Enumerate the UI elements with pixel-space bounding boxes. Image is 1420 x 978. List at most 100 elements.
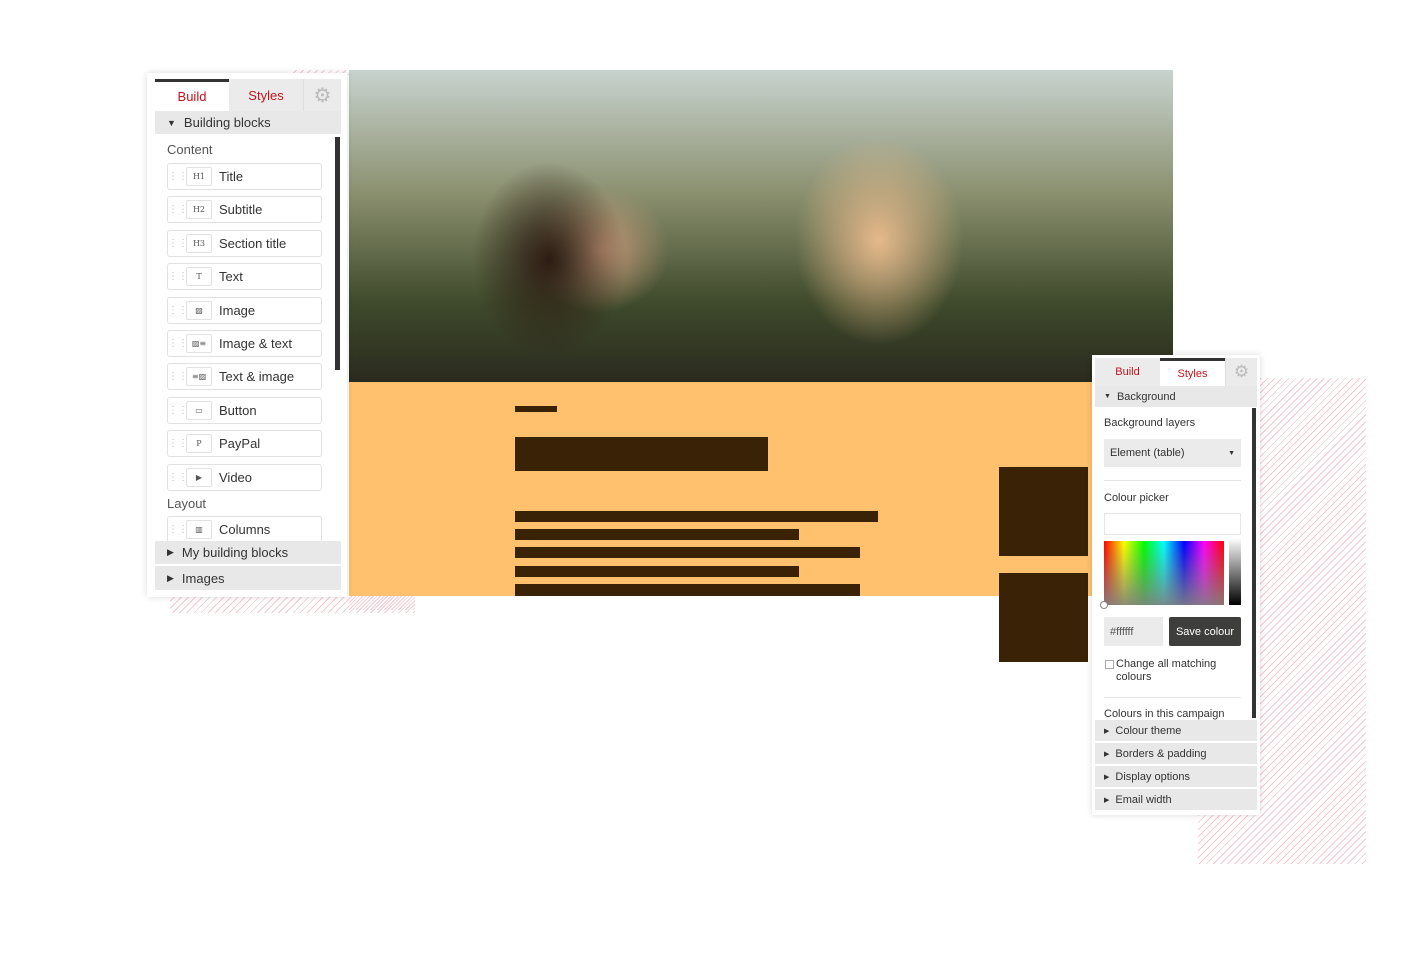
section-label: Images <box>181 570 225 586</box>
caret-right-icon: ▶ <box>1104 796 1110 804</box>
tab-build[interactable]: Build <box>1095 358 1160 386</box>
block-type-icon: H3 <box>186 233 212 253</box>
select-value: Element (table) <box>1110 447 1185 459</box>
block-image-text[interactable]: ⋮⋮ ▨≡ Image & text <box>167 330 322 357</box>
save-colour-button[interactable]: Save colour <box>1169 617 1241 646</box>
block-type-icon: ▭ <box>186 400 212 420</box>
divider <box>1104 697 1241 698</box>
tab-build[interactable]: Build <box>155 79 229 111</box>
drag-handle-icon[interactable]: ⋮⋮ <box>168 171 188 182</box>
gear-icon[interactable]: ⚙ <box>1225 358 1257 386</box>
section-my-building-blocks[interactable]: ▶ My building blocks <box>155 541 341 565</box>
block-text[interactable]: ⋮⋮ T Text <box>167 263 322 291</box>
content-label: Content <box>167 142 213 157</box>
change-all-label: Change all matching colours <box>1116 658 1217 683</box>
placeholder-title <box>515 437 768 471</box>
block-paypal[interactable]: ⋮⋮ P PayPal <box>167 430 322 458</box>
drag-handle-icon[interactable]: ⋮⋮ <box>168 271 188 282</box>
block-label: PayPal <box>219 436 261 452</box>
caret-right-icon: ▶ <box>167 547 174 557</box>
drag-handle-icon[interactable]: ⋮⋮ <box>168 204 188 215</box>
tab-styles[interactable]: Styles <box>229 79 303 111</box>
gear-icon[interactable]: ⚙ <box>303 79 341 111</box>
block-label: Columns <box>219 522 271 537</box>
block-section-title[interactable]: ⋮⋮ H3 Section title <box>167 229 322 257</box>
section-label: Borders & padding <box>1115 747 1207 760</box>
block-image[interactable]: ⋮⋮ ▨ Image <box>167 296 322 324</box>
caret-right-icon: ▶ <box>1104 750 1110 758</box>
caret-right-icon: ▶ <box>1104 727 1110 735</box>
campaign-colours-label: Colours in this campaign <box>1104 708 1225 720</box>
block-label: Image & text <box>219 336 292 351</box>
placeholder-line <box>515 511 878 522</box>
section-label: My building blocks <box>181 545 289 560</box>
caret-right-icon: ▶ <box>1104 773 1110 781</box>
colour-spectrum[interactable] <box>1104 541 1224 605</box>
drag-handle-icon[interactable]: ⋮⋮ <box>168 438 188 449</box>
drag-handle-icon[interactable]: ⋮⋮ <box>168 472 188 483</box>
hex-input[interactable]: #ffffff <box>1104 617 1163 646</box>
block-subtitle[interactable]: ⋮⋮ H2 Subtitle <box>167 196 322 224</box>
section-borders-padding[interactable]: ▶ Borders & padding <box>1095 743 1257 765</box>
section-label: Email width <box>1115 793 1172 806</box>
drag-handle-icon[interactable]: ⋮⋮ <box>168 305 188 316</box>
section-display-options[interactable]: ▶ Display options <box>1095 766 1257 788</box>
drag-handle-icon[interactable]: ⋮⋮ <box>168 405 188 416</box>
layout-label: Layout <box>167 496 207 511</box>
block-button[interactable]: ⋮⋮ ▭ Button <box>167 396 322 424</box>
placeholder-line <box>515 547 860 558</box>
brightness-slider[interactable] <box>1229 538 1241 605</box>
block-type-icon: H1 <box>186 167 212 186</box>
scrollbar[interactable] <box>335 137 340 370</box>
change-all-checkbox[interactable] <box>1105 660 1114 669</box>
caret-right-icon: ▶ <box>167 572 174 583</box>
divider <box>1104 480 1241 481</box>
section-label: Display options <box>1115 770 1190 783</box>
block-label: Button <box>219 402 257 418</box>
section-background[interactable]: ▼ Background <box>1095 386 1257 408</box>
section-label: Background <box>1116 390 1176 403</box>
block-label: Title <box>219 169 244 184</box>
block-label: Text & image <box>219 369 295 385</box>
block-label: Text <box>219 269 243 285</box>
tab-styles[interactable]: Styles <box>1160 358 1225 386</box>
block-label: Image <box>219 302 256 318</box>
section-email-width[interactable]: ▶ Email width <box>1095 789 1257 811</box>
block-text-image[interactable]: ⋮⋮ ≡▨ Text & image <box>167 363 322 391</box>
drag-handle-icon[interactable]: ⋮⋮ <box>168 338 188 349</box>
styles-panel: Build Styles ⚙ ▼ Background Background la… <box>1092 355 1260 815</box>
colour-handle[interactable] <box>1100 601 1108 609</box>
block-video[interactable]: ⋮⋮ ▶ Video <box>167 463 322 491</box>
scrollbar[interactable] <box>1252 408 1256 718</box>
section-images[interactable]: ▶ Images <box>155 566 341 591</box>
build-panel: Build Styles ⚙ ▼ Building blocks Content … <box>147 73 347 597</box>
placeholder-square <box>999 467 1088 556</box>
block-type-icon: ▨≡ <box>186 334 212 353</box>
block-type-icon: ▶ <box>186 467 212 487</box>
block-label: Video <box>219 469 253 485</box>
block-type-icon: H2 <box>186 200 212 220</box>
block-type-icon: ▨ <box>186 300 212 320</box>
chevron-down-icon: ▼ <box>1228 449 1235 457</box>
placeholder-line <box>515 406 557 412</box>
hero-photo <box>349 70 1173 382</box>
colour-input[interactable] <box>1104 513 1241 535</box>
section-label: Colour theme <box>1115 724 1182 737</box>
placeholder-line <box>515 584 860 596</box>
bg-layers-select[interactable]: Element (table) ▼ <box>1104 439 1241 467</box>
section-building-blocks[interactable]: ▼ Building blocks <box>155 111 341 135</box>
caret-down-icon: ▼ <box>167 117 176 128</box>
caret-down-icon: ▼ <box>1104 393 1111 400</box>
drag-handle-icon[interactable]: ⋮⋮ <box>168 524 188 535</box>
placeholder-square <box>999 573 1088 662</box>
drag-handle-icon[interactable]: ⋮⋮ <box>168 238 188 249</box>
section-colour-theme[interactable]: ▶ Colour theme <box>1095 720 1257 742</box>
block-columns[interactable]: ⋮⋮ ▥ Columns <box>167 516 322 543</box>
colour-picker-label: Colour picker <box>1104 492 1169 504</box>
columns-icon: ▥ <box>186 520 212 539</box>
drag-handle-icon[interactable]: ⋮⋮ <box>168 371 188 382</box>
block-title[interactable]: ⋮⋮ H1 Title <box>167 163 322 190</box>
block-label: Subtitle <box>219 202 263 218</box>
bg-layers-label: Background layers <box>1104 417 1196 429</box>
block-type-icon: T <box>186 267 212 287</box>
